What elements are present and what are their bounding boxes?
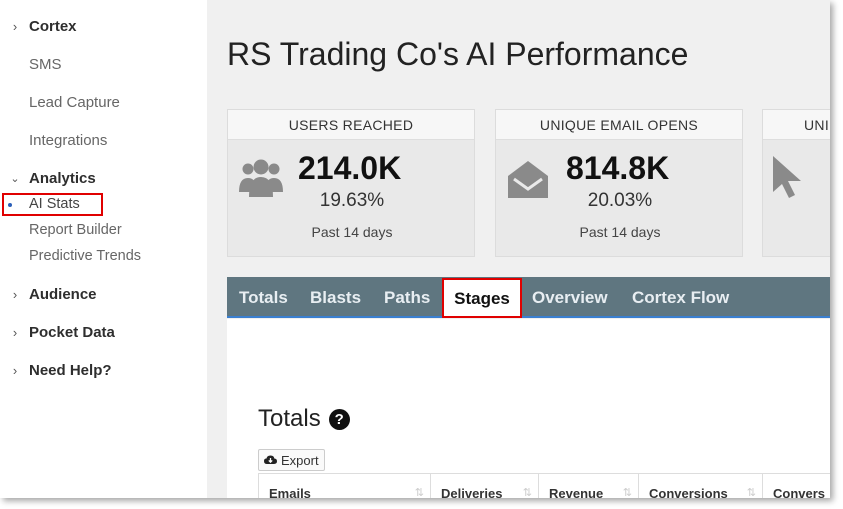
sidebar-group-label: Audience [29, 286, 97, 303]
chevron-right-icon: › [12, 287, 18, 302]
tab-totals[interactable]: Totals [239, 277, 288, 316]
tab-cortex-flow[interactable]: Cortex Flow [632, 277, 729, 316]
sidebar-group-need-help[interactable]: › Need Help? [0, 362, 112, 379]
tab-overview[interactable]: Overview [532, 277, 608, 316]
card-header: USERS REACHED [228, 110, 474, 140]
sort-icon: ⇅ [622, 487, 632, 498]
sidebar-item-report-builder[interactable]: Report Builder [29, 222, 122, 238]
sidebar-group-label: Cortex [29, 18, 77, 35]
sidebar-group-cortex[interactable]: › Cortex [0, 18, 77, 35]
sidebar-item-lead-capture[interactable]: Lead Capture [29, 94, 120, 111]
sort-icon: ⇅ [414, 487, 424, 498]
column-label: Convers [773, 486, 826, 498]
chevron-right-icon: › [12, 325, 18, 340]
sidebar-item-predictive-trends[interactable]: Predictive Trends [29, 248, 141, 264]
sidebar-group-label: Pocket Data [29, 324, 115, 341]
column-label: Emails [269, 486, 311, 498]
column-header-conversion-rate[interactable]: Convers [762, 474, 830, 498]
column-header-conversions[interactable]: Conversions ⇅ [638, 474, 762, 498]
sidebar-group-label: Need Help? [29, 362, 112, 379]
column-header-revenue[interactable]: Revenue ⇅ [538, 474, 638, 498]
chevron-right-icon: › [12, 363, 18, 378]
sidebar-group-pocket-data[interactable]: › Pocket Data [0, 324, 115, 341]
tab-stages[interactable]: Stages [442, 278, 522, 318]
sidebar-group-analytics[interactable]: ⌄ Analytics [0, 170, 96, 187]
card-percent: 19.63% [319, 190, 385, 211]
sidebar-item-sms[interactable]: SMS [29, 56, 62, 73]
tab-paths[interactable]: Paths [384, 277, 430, 316]
app-window: › Cortex SMS Lead Capture Integrations ⌄… [0, 0, 830, 498]
highlight-box [2, 193, 103, 216]
export-button[interactable]: Export [258, 449, 325, 471]
card-header: UNI [763, 110, 830, 140]
card-value: 214.0K [298, 150, 402, 186]
stages-panel: Totals ? Export Emails ⇅ Deliveries ⇅ Re… [227, 319, 830, 498]
export-label: Export [281, 452, 319, 468]
tab-blasts[interactable]: Blasts [310, 277, 361, 316]
sort-icon: ⇅ [522, 487, 532, 498]
card-period: Past 14 days [311, 224, 393, 240]
column-header-deliveries[interactable]: Deliveries ⇅ [430, 474, 538, 498]
card-period: Past 14 days [579, 224, 661, 240]
column-label: Deliveries [441, 486, 503, 498]
cursor-icon [771, 154, 805, 207]
sidebar-group-label: Analytics [29, 170, 96, 187]
stat-card-unique-email-opens: UNIQUE EMAIL OPENS 814.8K 20.03% Past 14… [495, 109, 743, 257]
section-title: Totals ? [258, 405, 350, 433]
sidebar-item-integrations[interactable]: Integrations [29, 132, 107, 149]
sidebar: › Cortex SMS Lead Capture Integrations ⌄… [0, 0, 207, 498]
card-percent: 20.03% [587, 190, 653, 211]
sort-icon: ⇅ [746, 487, 756, 498]
totals-table-header: Emails ⇅ Deliveries ⇅ Revenue ⇅ Conversions… [258, 473, 830, 498]
section-title-text: Totals [258, 405, 321, 432]
column-label: Conversions [649, 486, 728, 498]
column-label: Revenue [549, 486, 604, 498]
tab-bar: Totals Blasts Paths Stages Overview Cort… [227, 277, 830, 318]
sidebar-group-audience[interactable]: › Audience [0, 286, 97, 303]
question-circle-icon[interactable]: ? [328, 408, 350, 430]
chevron-right-icon: › [12, 19, 18, 34]
page-title: RS Trading Co's AI Performance [227, 36, 689, 72]
stat-card-users-reached: USERS REACHED 214.0K 19.63% Past 14 days [227, 109, 475, 257]
cloud-download-icon [264, 453, 277, 468]
stat-card-partial: UNI [762, 109, 830, 257]
chevron-down-icon: ⌄ [10, 173, 20, 185]
card-header: UNIQUE EMAIL OPENS [496, 110, 742, 140]
main-content: RS Trading Co's AI Performance USERS REA… [207, 0, 830, 498]
column-header-emails[interactable]: Emails ⇅ [258, 474, 430, 498]
card-value: 814.8K [566, 150, 670, 186]
